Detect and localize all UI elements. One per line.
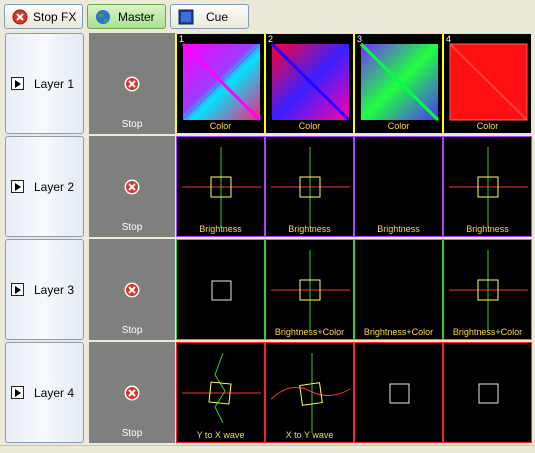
- layer-label: Layer 1: [34, 77, 75, 91]
- crosshair-preview: [271, 250, 350, 330]
- color-preview: [449, 43, 528, 121]
- fx-cell-1-2[interactable]: 2 Color: [265, 33, 354, 134]
- crosshair-preview: [271, 147, 350, 227]
- fx-cell-4-3[interactable]: [354, 342, 443, 443]
- wave-preview: [270, 353, 351, 433]
- square-preview: [211, 280, 232, 301]
- cell-label: Y to X wave: [196, 430, 245, 440]
- color-preview: [181, 42, 262, 122]
- cell-label: Brightness+Color: [363, 327, 434, 337]
- color-preview: [270, 42, 351, 122]
- fx-cell-3-3[interactable]: Brightness+Color: [354, 239, 443, 340]
- layer-3-stop[interactable]: Stop: [89, 239, 175, 340]
- cell-label: Color: [387, 121, 410, 131]
- fx-cell-4-2[interactable]: X to Y wave: [265, 342, 354, 443]
- cell-label: Brightness+Color: [274, 327, 345, 337]
- layer-label: Layer 2: [34, 180, 75, 194]
- play-icon: [11, 283, 24, 296]
- layer-3-button[interactable]: Layer 3: [5, 239, 84, 340]
- cell-label: Color: [298, 121, 321, 131]
- cell-label: Brightness+Color: [452, 327, 523, 337]
- cell-label: Color: [476, 121, 499, 131]
- globe-icon: [96, 10, 110, 24]
- cell-label: X to Y wave: [285, 430, 334, 440]
- square-preview: [478, 383, 499, 404]
- stop-label: Stop: [121, 428, 143, 439]
- stop-icon: [124, 76, 140, 92]
- layer-2-stop[interactable]: Stop: [89, 136, 175, 237]
- cue-button[interactable]: Cue: [170, 4, 249, 29]
- cell-label: Brightness: [377, 224, 420, 234]
- play-icon: [11, 180, 24, 193]
- layer-2-button[interactable]: Layer 2: [5, 136, 84, 237]
- fx-cell-2-3[interactable]: Brightness: [354, 136, 443, 237]
- stop-icon: [124, 282, 140, 298]
- stop-label: Stop: [121, 325, 143, 336]
- fx-cell-1-4[interactable]: 4 Color: [443, 33, 532, 134]
- crosshair-preview: [449, 250, 528, 330]
- color-preview: [359, 42, 440, 122]
- fx-cell-3-4[interactable]: Brightness+Color: [443, 239, 532, 340]
- stop-fx-label: Stop FX: [33, 9, 77, 24]
- fx-cell-3-1[interactable]: [176, 239, 265, 340]
- cue-label: Cue: [206, 9, 229, 24]
- fx-cell-3-2[interactable]: Brightness+Color: [265, 239, 354, 340]
- play-icon: [11, 77, 24, 90]
- toolbar: Stop FX Master Cue: [0, 0, 535, 33]
- master-button[interactable]: Master: [87, 4, 166, 29]
- fx-cell-1-3[interactable]: 3 Color: [354, 33, 443, 134]
- fx-cell-4-4[interactable]: [443, 342, 532, 443]
- cell-label: Color: [209, 121, 232, 131]
- crosshair-preview: [449, 147, 528, 227]
- fx-cell-2-2[interactable]: Brightness: [265, 136, 354, 237]
- layer-1-button[interactable]: Layer 1: [5, 33, 84, 134]
- cell-label: Brightness: [199, 224, 242, 234]
- fx-grid: Layer 1 Stop 1 Color 2 Color 3 Color 4 C…: [0, 33, 535, 445]
- stop-icon: [12, 9, 28, 25]
- square-preview: [389, 383, 410, 404]
- layer-1-stop[interactable]: Stop: [89, 33, 175, 134]
- cell-label: Brightness: [466, 224, 509, 234]
- cue-icon: [178, 9, 194, 25]
- fx-cell-4-1[interactable]: Y to X wave: [176, 342, 265, 443]
- empty-preview: [355, 240, 443, 340]
- play-icon: [11, 386, 24, 399]
- stop-icon: [124, 385, 140, 401]
- fx-cell-1-1[interactable]: 1 Color: [176, 33, 265, 134]
- stop-label: Stop: [121, 222, 143, 233]
- crosshair-preview: [182, 147, 261, 227]
- wave-preview: [182, 352, 261, 424]
- fx-cell-2-1[interactable]: Brightness: [176, 136, 265, 237]
- layer-label: Layer 3: [34, 283, 75, 297]
- layer-4-stop[interactable]: Stop: [89, 342, 175, 443]
- stop-label: Stop: [121, 119, 143, 130]
- master-label: Master: [118, 9, 155, 24]
- stop-fx-button[interactable]: Stop FX: [4, 4, 83, 29]
- fx-cell-2-4[interactable]: Brightness: [443, 136, 532, 237]
- layer-4-button[interactable]: Layer 4: [5, 342, 84, 443]
- empty-preview: [355, 137, 443, 237]
- stop-icon: [124, 179, 140, 195]
- cell-label: Brightness: [288, 224, 331, 234]
- layer-label: Layer 4: [34, 386, 75, 400]
